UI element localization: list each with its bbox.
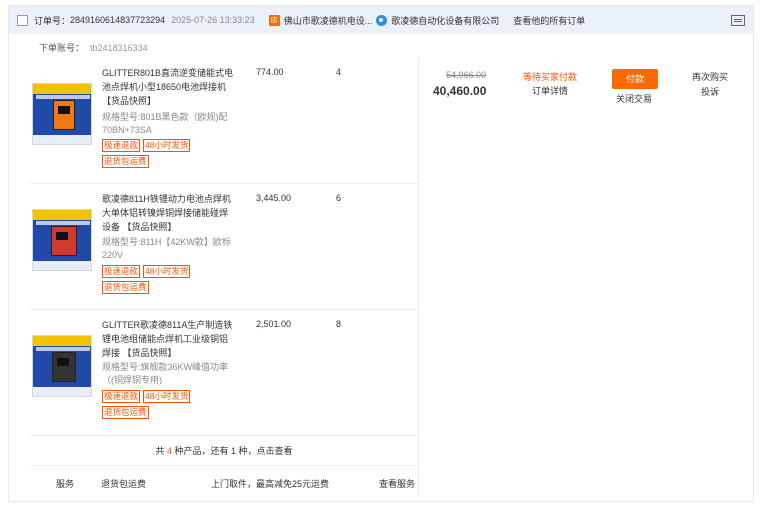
order-total: 40,460.00 <box>433 84 487 98</box>
order-status: 等待买家付款 <box>523 72 578 82</box>
note-flag-icon[interactable] <box>731 14 745 26</box>
view-all-orders-link[interactable]: 查看他的所有订单 <box>513 14 585 27</box>
service-footer: 服务 退货包运费 上门取件，最高减免25元运费 查看服务 <box>30 466 418 496</box>
product-count: 4 <box>166 446 172 456</box>
fast-refund-tag: 极速退款 <box>102 265 141 278</box>
product-tags: 极速退款 48小时发货 退货包运费 <box>102 139 242 171</box>
return-shipping-service: 退货包运费 <box>101 479 147 489</box>
seller-name-link[interactable]: 歌凌德自动化设备有限公司 <box>391 14 499 27</box>
view-service-link[interactable]: 查看服务 <box>379 477 415 490</box>
more-products-link[interactable]: 共 4 种产品，还有 1 种，点击查看 <box>30 436 418 466</box>
product-tags: 极速退款 48小时发货 退货包运费 <box>102 390 242 422</box>
order-number-label: 订单号： <box>34 15 71 26</box>
list-item: 歌凌德811H铁锂动力电池点焊机大单体铝转镍焊铜焊接储能碰焊设备 【货品快照】 … <box>30 184 418 310</box>
item-price: 3,445.00 <box>256 193 292 203</box>
item-quantity: 4 <box>336 67 342 77</box>
column-divider <box>418 58 419 497</box>
service-label: 服务 <box>56 479 75 489</box>
ship-48h-tag: 48小时发货 <box>143 139 191 152</box>
pickup-service: 上门取件，最高减免25元运费 <box>211 479 330 489</box>
product-spec: 规格型号:811H【42KW款】欧标220V <box>102 237 231 260</box>
fast-refund-tag: 极速退款 <box>102 390 141 403</box>
item-quantity: 6 <box>336 193 342 203</box>
return-shipping-tag: 退货包运费 <box>102 406 149 419</box>
fast-refund-tag: 极速退款 <box>102 139 141 152</box>
product-title[interactable]: GLITTER801B直流逆变储能式电池点焊机小型18650电池焊接机 【货品快… <box>102 66 236 108</box>
item-price: 2,501.00 <box>256 319 292 329</box>
original-price: 54,966.00 <box>446 70 487 80</box>
return-shipping-tag: 退货包运费 <box>102 281 149 294</box>
complaint-link[interactable]: 投诉 <box>701 85 719 98</box>
product-title[interactable]: GLITTER歌凌德811A生产制造铁锂电池组储能点焊机工业级铜铝焊接 【货品快… <box>102 318 236 360</box>
close-transaction-link[interactable]: 关闭交易 <box>616 92 652 105</box>
item-quantity: 8 <box>336 319 342 329</box>
order-header: 订单号： 2849160614837723294 2025-07-26 13:3… <box>9 6 753 34</box>
product-title[interactable]: 歌凌德811H铁锂动力电池点焊机大单体铝转镍焊铜焊接储能碰焊设备 【货品快照】 <box>102 192 236 234</box>
order-checkbox[interactable] <box>17 14 28 26</box>
order-detail-link[interactable]: 订单详情 <box>532 84 568 97</box>
product-image[interactable] <box>32 83 92 145</box>
return-shipping-tag: 退货包运费 <box>102 155 149 168</box>
product-image[interactable] <box>32 335 92 397</box>
ship-48h-tag: 48小时发货 <box>143 265 191 278</box>
list-item: GLITTER801B直流逆变储能式电池点焊机小型18650电池焊接机 【货品快… <box>30 58 418 184</box>
product-spec: 规格型号:801B黑色款（欧规)配70BN+73SA <box>102 112 228 135</box>
item-price: 774.00 <box>256 67 284 77</box>
suborder-label: 下单账号： <box>39 43 85 53</box>
item-list: GLITTER801B直流逆变储能式电池点焊机小型18650电池焊接机 【货品快… <box>30 58 418 436</box>
suborder-value: tb2418316334 <box>90 43 148 53</box>
list-item: GLITTER歌凌德811A生产制造铁锂电池组储能点焊机工业级铜铝焊接 【货品快… <box>30 310 418 436</box>
chat-icon[interactable] <box>376 14 388 26</box>
store-icon: 店 <box>268 14 280 26</box>
product-tags: 极速退款 48小时发货 退货包运费 <box>102 265 242 297</box>
pay-button[interactable]: 付款 <box>612 69 658 89</box>
order-time: 2025-07-26 13:33:23 <box>171 15 255 25</box>
product-image[interactable] <box>32 209 92 271</box>
product-spec: 规格型号:旗舰款36KW峰值功率（(铜焊铜专用) <box>102 362 229 385</box>
order-number: 2849160614837723294 <box>70 15 166 25</box>
store-name-link[interactable]: 佛山市歌凌德机电设... <box>284 14 373 27</box>
rebuy-link[interactable]: 再次购买 <box>692 70 728 83</box>
ship-48h-tag: 48小时发货 <box>143 390 191 403</box>
